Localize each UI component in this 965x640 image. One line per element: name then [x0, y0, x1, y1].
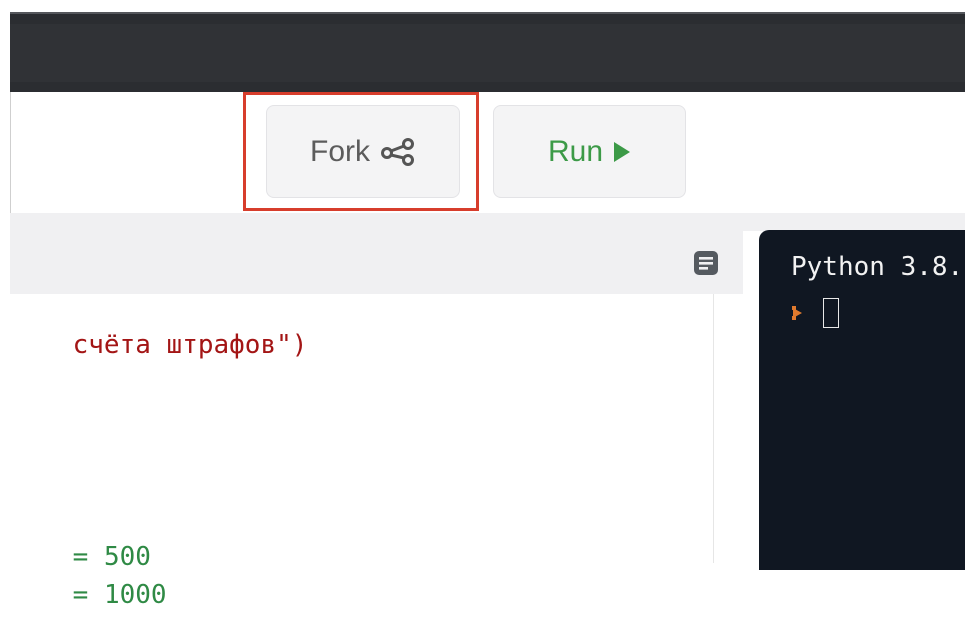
console-cursor[interactable] — [823, 298, 839, 328]
code-string: счёта штрафов — [72, 330, 277, 360]
toolbar — [10, 92, 965, 213]
editor-header — [10, 231, 743, 294]
play-icon — [614, 141, 631, 162]
code-line: счёта штрафов") — [10, 300, 308, 390]
top-dark-bar — [10, 12, 965, 92]
top-dark-bar-inner — [10, 24, 965, 82]
share-icon — [381, 137, 414, 166]
code-string-end: ") — [276, 330, 308, 360]
code-line: = 1000 — [10, 550, 167, 640]
fork-button[interactable]: Fork — [266, 105, 460, 198]
run-button-label: Run — [547, 134, 604, 168]
code-number: 1000 — [103, 580, 167, 610]
console-title: Python 3.8. — [791, 252, 964, 282]
editor-scrollbar[interactable] — [713, 294, 743, 563]
chevron-right-icon — [792, 306, 802, 320]
layout-gutter — [10, 213, 965, 231]
code-operator: = — [72, 580, 104, 610]
run-button[interactable]: Run — [493, 105, 686, 198]
document-lines-icon[interactable] — [693, 250, 719, 276]
fork-button-label: Fork — [310, 134, 370, 168]
console-panel[interactable]: Python 3.8. — [759, 230, 965, 570]
code-editor[interactable]: счёта штрафов") = 500 = 1000 — [10, 294, 713, 610]
